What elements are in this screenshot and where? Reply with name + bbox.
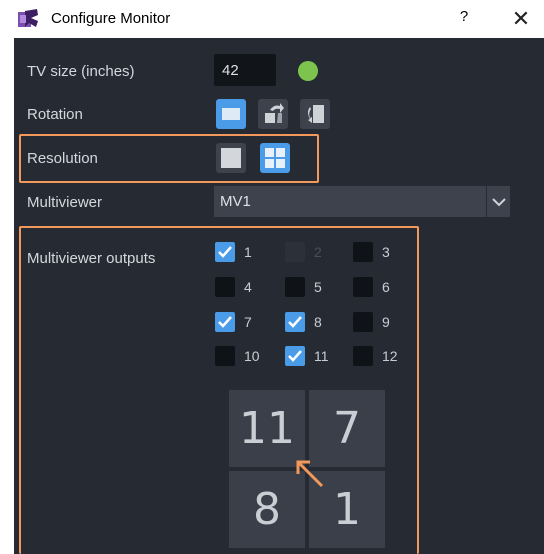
chevron-down-icon	[492, 198, 506, 207]
multiviewer-select[interactable]: MV1	[214, 186, 510, 217]
title-bar: Configure Monitor ? ✕	[0, 0, 544, 38]
resolution-label: Resolution	[27, 150, 98, 167]
checkmark-icon	[288, 316, 302, 328]
window-title: Configure Monitor	[51, 10, 171, 27]
tv-size-input[interactable]: 42	[214, 54, 276, 86]
output-checkbox-10[interactable]	[215, 346, 235, 366]
multiviewer-value: MV1	[220, 193, 251, 210]
output-checkbox-label: 4	[244, 279, 252, 295]
output-checkbox-label: 6	[382, 279, 390, 295]
output-checkbox-1[interactable]	[215, 242, 235, 262]
rotate-right-icon	[265, 103, 284, 123]
single-screen-icon	[221, 148, 241, 168]
output-checkbox-3[interactable]	[353, 242, 373, 262]
tv-size-label: TV size (inches)	[27, 63, 135, 80]
rotation-portrait-button[interactable]	[300, 99, 330, 129]
multiviewer-label: Multiviewer	[27, 194, 103, 211]
status-indicator	[298, 61, 318, 81]
output-checkbox-label: 11	[314, 348, 329, 364]
output-checkbox-label: 9	[382, 314, 390, 330]
app-icon	[18, 9, 38, 27]
portrait-icon	[308, 105, 324, 123]
output-checkbox-8[interactable]	[285, 312, 305, 332]
rotation-landscape-button[interactable]	[216, 99, 246, 129]
rotation-right-button[interactable]	[258, 99, 288, 129]
annotation-arrow-icon	[296, 460, 324, 488]
outputs-label: Multiviewer outputs	[27, 250, 156, 267]
output-checkbox-11[interactable]	[285, 346, 305, 366]
checkmark-icon	[218, 316, 232, 328]
output-checkbox-label: 10	[244, 348, 260, 364]
resolution-quad-button[interactable]	[260, 143, 290, 173]
output-checkbox-4[interactable]	[215, 277, 235, 297]
output-checkbox-label: 8	[314, 314, 322, 330]
output-checkbox-2	[285, 242, 305, 262]
rotation-label: Rotation	[27, 106, 83, 123]
close-button[interactable]: ✕	[507, 6, 535, 32]
landscape-icon	[222, 108, 240, 120]
quad-grid-icon	[265, 148, 285, 168]
output-checkbox-7[interactable]	[215, 312, 235, 332]
output-checkbox-label: 3	[382, 244, 390, 260]
output-checkbox-6[interactable]	[353, 277, 373, 297]
output-checkbox-label: 2	[314, 244, 322, 260]
output-checkbox-label: 12	[382, 348, 398, 364]
output-checkbox-5[interactable]	[285, 277, 305, 297]
dropdown-arrow[interactable]	[486, 186, 511, 217]
output-checkbox-12[interactable]	[353, 346, 373, 366]
output-checkbox-label: 1	[244, 244, 252, 260]
help-button[interactable]: ?	[452, 8, 476, 30]
checkmark-icon	[218, 246, 232, 258]
output-checkbox-9[interactable]	[353, 312, 373, 332]
output-checkbox-label: 5	[314, 279, 322, 295]
resolution-single-button[interactable]	[216, 143, 246, 173]
output-checkbox-label: 7	[244, 314, 252, 330]
checkmark-icon	[288, 350, 302, 362]
